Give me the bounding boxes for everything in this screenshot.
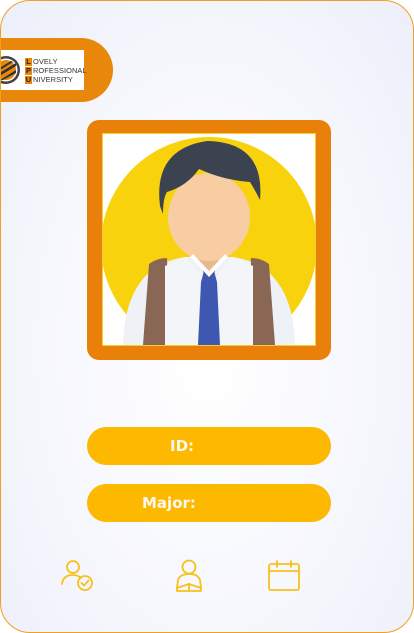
university-emblem-icon [1, 56, 20, 84]
university-logo-badge: L OVELY P ROFESSIONAL U NIVERSITY [1, 38, 113, 102]
university-logo: L OVELY P ROFESSIONAL U NIVERSITY [1, 50, 87, 90]
logo-word-university: NIVERSITY [33, 74, 73, 84]
university-name: L OVELY P ROFESSIONAL U NIVERSITY [25, 57, 87, 84]
logo-initial-p: P [25, 65, 32, 75]
logo-word-lovely: OVELY [33, 56, 58, 66]
calendar-icon[interactable] [266, 558, 302, 594]
profile-card: L OVELY P ROFESSIONAL U NIVERSITY ID: Ma… [0, 0, 414, 633]
profile-photo-frame[interactable] [87, 120, 331, 360]
major-field: Major: [87, 484, 331, 522]
logo-initial-l: L [25, 56, 32, 66]
user-check-icon[interactable] [60, 558, 96, 594]
logo-word-professional: ROFESSIONAL [33, 65, 87, 75]
student-reading-icon[interactable] [171, 558, 207, 594]
logo-initial-u: U [25, 74, 32, 84]
id-label: ID: [170, 437, 195, 455]
id-field: ID: [87, 427, 331, 465]
major-label: Major: [142, 494, 196, 512]
student-avatar-icon [103, 137, 315, 345]
profile-photo [102, 133, 316, 346]
